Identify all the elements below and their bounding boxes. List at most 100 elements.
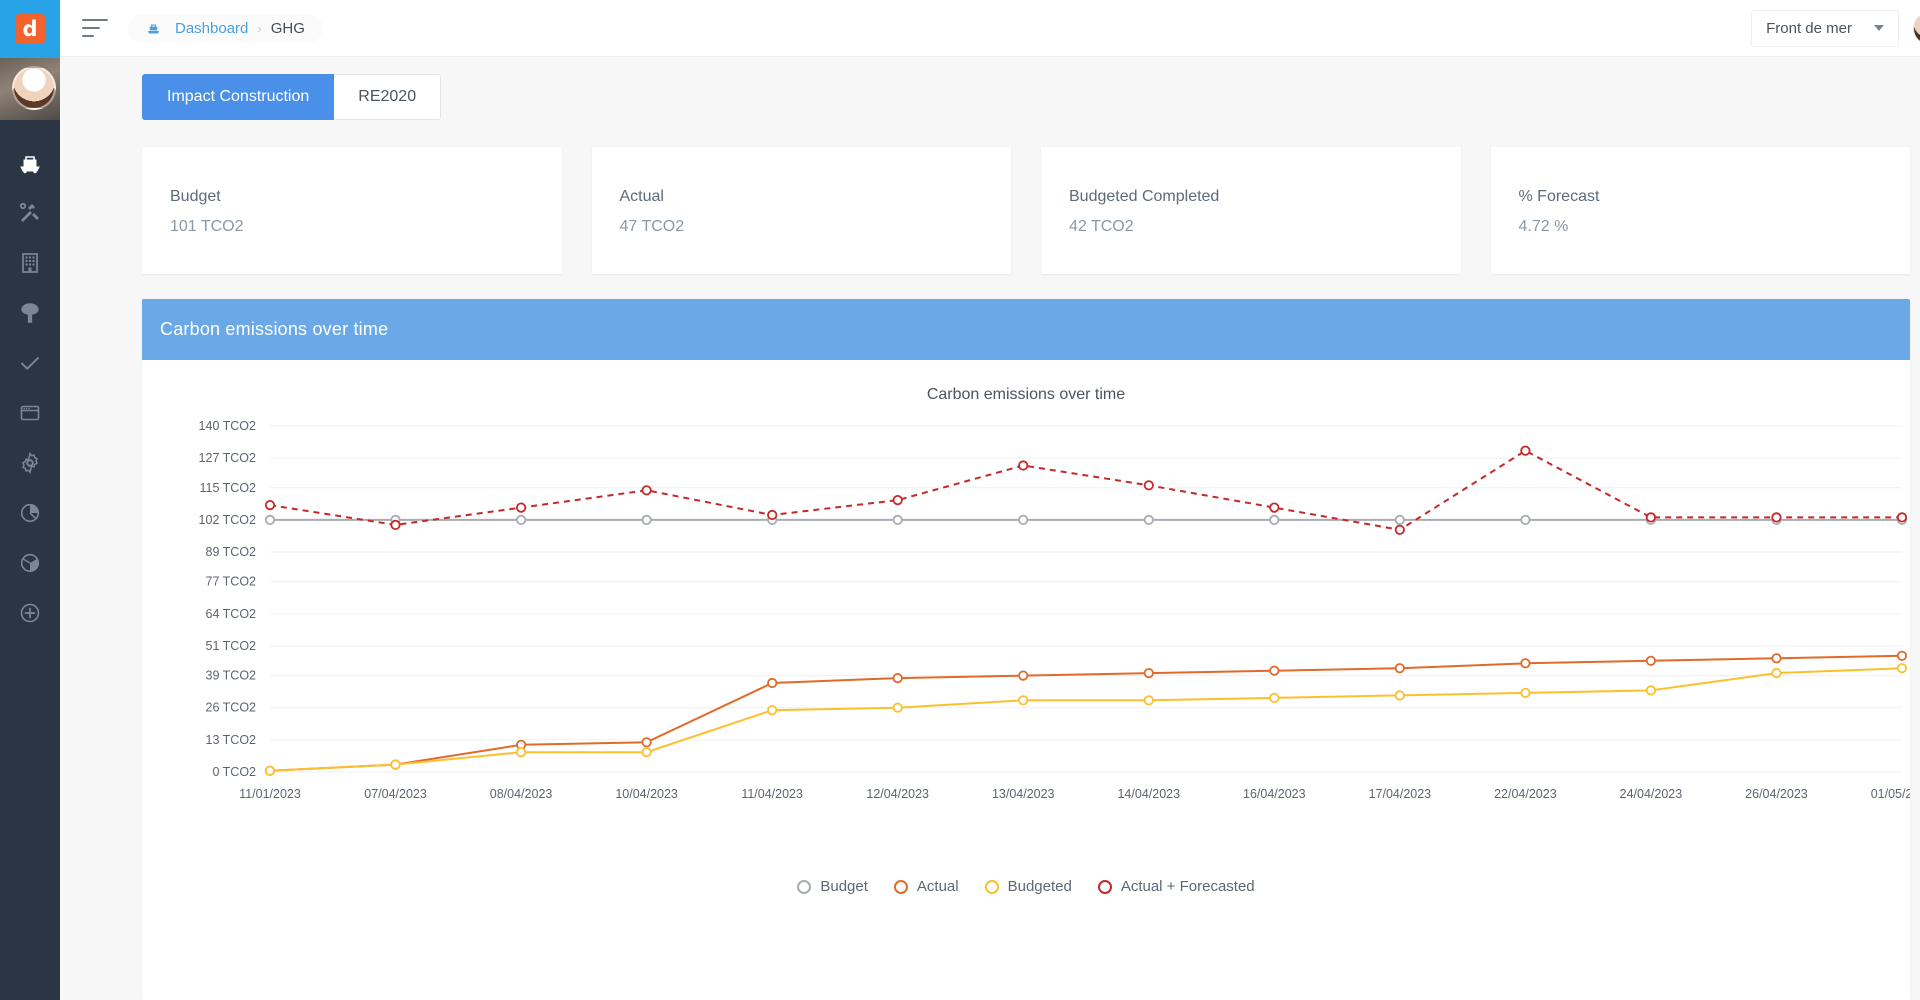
y-axis-tick-label: 127 TCO2 xyxy=(199,451,256,465)
legend-item-actual[interactable]: Actual xyxy=(893,878,959,895)
data-point[interactable] xyxy=(641,747,652,758)
y-axis-tick-label: 13 TCO2 xyxy=(206,733,257,747)
breadcrumb: Dashboard › GHG xyxy=(128,13,323,43)
data-point[interactable] xyxy=(1394,514,1405,526)
data-point[interactable] xyxy=(1018,695,1029,706)
data-point[interactable] xyxy=(1143,480,1154,491)
legend-item-actual-forecasted[interactable]: Actual + Forecasted xyxy=(1097,878,1255,895)
data-point[interactable] xyxy=(1520,658,1531,669)
gear-icon xyxy=(22,451,38,475)
kpi-title: Budget xyxy=(170,188,221,205)
breadcrumb-current: GHG xyxy=(270,19,305,37)
data-point[interactable] xyxy=(1645,512,1657,523)
sidebar-item-pie-chart[interactable] xyxy=(0,488,60,538)
x-axis-tick-label: 24/04/2023 xyxy=(1620,787,1683,801)
data-point[interactable] xyxy=(1018,460,1029,471)
data-point[interactable] xyxy=(1896,512,1908,523)
series-line-budgeted xyxy=(269,667,1903,772)
sidebar-avatar[interactable] xyxy=(0,58,60,120)
data-point[interactable] xyxy=(1771,512,1782,523)
user-avatar[interactable] xyxy=(1913,11,1920,45)
data-point[interactable] xyxy=(892,702,903,713)
data-point[interactable] xyxy=(767,677,778,689)
hamburger-icon[interactable] xyxy=(82,19,108,37)
data-point[interactable] xyxy=(767,705,778,716)
sidebar-item-window[interactable] xyxy=(0,388,60,438)
data-point[interactable] xyxy=(1018,514,1029,526)
data-point[interactable] xyxy=(1143,695,1154,706)
data-point[interactable] xyxy=(1520,514,1531,526)
data-point[interactable] xyxy=(892,672,903,684)
tab-re2020[interactable]: RE2020 xyxy=(334,74,442,120)
main-area: Dashboard › GHG Front de mer Impact Cons… xyxy=(60,0,1920,1000)
legend-item-budgeted[interactable]: Budgeted xyxy=(984,878,1072,895)
sidebar-item-boat[interactable] xyxy=(0,138,60,188)
x-axis-tick-label: 22/04/2023 xyxy=(1494,787,1557,801)
data-point[interactable] xyxy=(1269,692,1280,703)
chart-panel-body: Carbon emissions over time 0 TCO2 13 TCO2… xyxy=(142,360,1910,1000)
data-point[interactable] xyxy=(264,500,276,511)
chart-legend: Budget Actual Budgeted Actual + Forecasted xyxy=(142,878,1910,895)
data-point[interactable] xyxy=(390,759,401,770)
data-point[interactable] xyxy=(892,514,903,526)
data-point[interactable] xyxy=(1645,655,1657,666)
app-root: d Dashboard › GHG Front de mer Impact Co… xyxy=(0,0,1920,1000)
breadcrumb-dashboard[interactable]: Dashboard xyxy=(175,20,248,37)
data-point[interactable] xyxy=(1269,514,1280,526)
data-point[interactable] xyxy=(515,514,527,526)
breadcrumb-separator: › xyxy=(257,20,262,36)
data-point[interactable] xyxy=(892,495,903,506)
data-point[interactable] xyxy=(767,509,778,521)
sidebar: d xyxy=(0,0,60,1000)
sidebar-item-chart-donut[interactable] xyxy=(0,538,60,588)
data-point[interactable] xyxy=(1771,653,1782,664)
project-selector-value: Front de mer xyxy=(1766,19,1852,37)
data-point[interactable] xyxy=(390,519,401,531)
sidebar-item-add[interactable] xyxy=(0,588,60,638)
data-point[interactable] xyxy=(1771,667,1782,679)
data-point[interactable] xyxy=(1269,502,1280,513)
brand-logo[interactable]: d xyxy=(0,0,60,58)
legend-marker xyxy=(893,879,908,894)
check-icon xyxy=(21,357,39,370)
kpi-card-actual: Actual 47 TCO2 xyxy=(591,147,1011,274)
data-point[interactable] xyxy=(1018,670,1029,681)
data-point[interactable] xyxy=(1269,665,1280,676)
data-point[interactable] xyxy=(1520,687,1531,698)
window-icon xyxy=(20,405,40,421)
building-icon xyxy=(22,253,38,273)
data-point[interactable] xyxy=(1394,524,1405,535)
kpi-value: 4.72 % xyxy=(1518,218,1569,235)
data-point[interactable] xyxy=(641,514,652,526)
data-point[interactable] xyxy=(264,514,276,526)
chevron-down-icon xyxy=(1874,25,1884,31)
carbon-emissions-chart[interactable]: 0 TCO2 13 TCO2 26 TCO2 39 TCO2 51 TCO2 64 TCO… xyxy=(142,404,1910,864)
data-point[interactable] xyxy=(515,502,527,513)
data-point[interactable] xyxy=(1143,514,1154,526)
data-point[interactable] xyxy=(1394,663,1405,674)
data-point[interactable] xyxy=(1645,685,1657,696)
data-point[interactable] xyxy=(1520,445,1531,456)
y-axis-tick-label: 26 TCO2 xyxy=(206,701,257,715)
kpi-value: 42 TCO2 xyxy=(1069,218,1134,235)
sidebar-item-settings[interactable] xyxy=(0,438,60,488)
sidebar-item-building[interactable] xyxy=(0,238,60,288)
sidebar-item-tree[interactable] xyxy=(0,288,60,338)
data-point[interactable] xyxy=(264,765,276,776)
legend-item-budget[interactable]: Budget xyxy=(797,878,868,895)
data-point[interactable] xyxy=(1896,650,1908,661)
x-axis-tick-label: 13/04/2023 xyxy=(992,787,1055,801)
data-point[interactable] xyxy=(641,737,652,748)
y-axis-tick-label: 115 TCO2 xyxy=(199,481,256,495)
sidebar-item-tools[interactable] xyxy=(0,188,60,238)
data-point[interactable] xyxy=(1394,690,1405,701)
kpi-card-budgeted-completed: Budgeted Completed 42 TCO2 xyxy=(1041,147,1461,274)
data-point[interactable] xyxy=(1143,667,1154,679)
x-axis-tick-label: 14/04/2023 xyxy=(1117,787,1180,801)
tab-impact-construction[interactable]: Impact Construction xyxy=(142,74,335,120)
data-point[interactable] xyxy=(641,485,652,496)
project-selector[interactable]: Front de mer xyxy=(1751,9,1899,47)
data-point[interactable] xyxy=(1896,663,1908,674)
data-point[interactable] xyxy=(515,747,527,758)
sidebar-item-check[interactable] xyxy=(0,338,60,388)
